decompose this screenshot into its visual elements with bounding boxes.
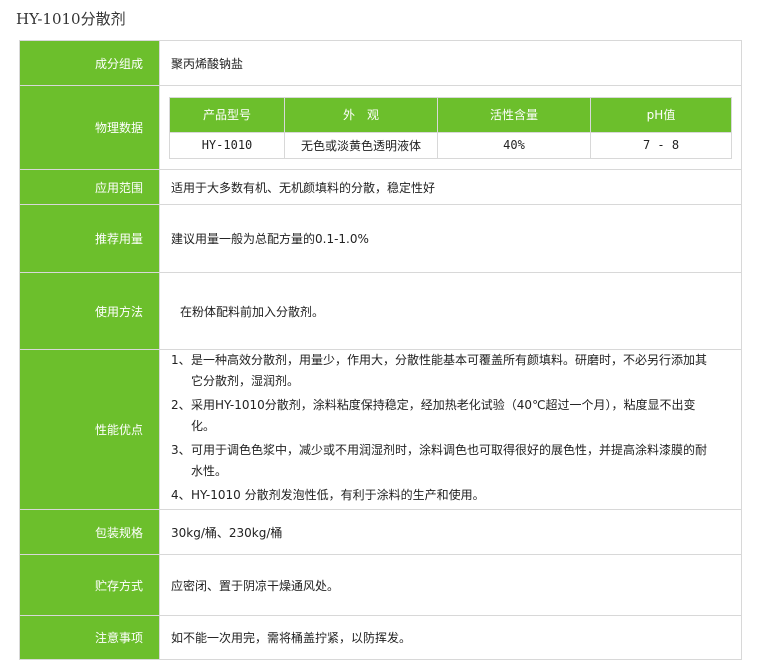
dosage-label: 推荐用量 [19,204,160,273]
list-item: 3、 可用于调色色浆中，减少或不用润湿剂时，涂料调色也可取得很好的展色性，并提高涂… [171,440,741,482]
list-item-text: 可用于调色色浆中，减少或不用润湿剂时，涂料调色也可取得很好的展色性，并提高涂料漆… [191,443,708,478]
cell-ph: 7 - 8 [590,131,732,159]
list-item-number: 3、 [171,443,191,457]
storage-value: 应密闭、置于阴凉干燥通风处。 [159,554,742,616]
row-packaging: 包装规格 30kg/桶、230kg/桶 [19,509,742,555]
row-advantages: 性能优点 1、 是一种高效分散剂，用量少，作用大，分散性能基本可覆盖所有颜填料。研… [19,349,742,510]
physical-header-row: 产品型号 外 观 活性含量 pH值 [169,96,732,133]
list-item: 2、 采用HY-1010分散剂，涂料粘度保持稳定，经加热老化试验（40℃超过一个月… [171,395,741,437]
physical-data-row: HY-1010 无色或淡黄色透明液体 40% 7 - 8 [169,131,732,159]
physical-data-table: 产品型号 外 观 活性含量 pH值 HY-1010 无色或淡黄色透明液体 40%… [169,96,732,159]
notes-label: 注意事项 [19,615,160,660]
dosage-value: 建议用量一般为总配方量的0.1-1.0% [159,204,742,273]
list-item-number: 2、 [171,398,191,412]
advantages-list: 1、 是一种高效分散剂，用量少，作用大，分散性能基本可覆盖所有颜填料。研磨时，不必… [160,350,741,506]
header-model: 产品型号 [169,96,285,133]
cell-active-content: 40% [437,131,591,159]
list-item-text: HY-1010 分散剂发泡性低，有利于涂料的生产和使用。 [191,488,485,502]
usage-value: 在粉体配料前加入分散剂。 [159,272,742,350]
row-usage: 使用方法 在粉体配料前加入分散剂。 [19,272,742,350]
physical-label: 物理数据 [19,85,160,170]
packaging-value: 30kg/桶、230kg/桶 [159,509,742,555]
application-label: 应用范围 [19,169,160,205]
row-dosage: 推荐用量 建议用量一般为总配方量的0.1-1.0% [19,204,742,273]
header-appearance: 外 观 [284,96,438,133]
usage-label: 使用方法 [19,272,160,350]
row-physical: 物理数据 产品型号 外 观 活性含量 pH值 HY-1010 无色或淡黄色透明液… [19,85,742,170]
advantages-label: 性能优点 [19,349,160,510]
storage-label: 贮存方式 [19,554,160,616]
header-active-content: 活性含量 [437,96,591,133]
notes-value: 如不能一次用完，需将桶盖拧紧，以防挥发。 [159,615,742,660]
composition-value: 聚丙烯酸钠盐 [159,40,742,86]
row-storage: 贮存方式 应密闭、置于阴凉干燥通风处。 [19,554,742,616]
list-item-number: 1、 [171,353,191,367]
row-notes: 注意事项 如不能一次用完，需将桶盖拧紧，以防挥发。 [19,615,742,660]
page-title: HY-1010分散剂 [16,10,126,28]
list-item: 4、 HY-1010 分散剂发泡性低，有利于涂料的生产和使用。 [171,485,741,506]
row-composition: 成分组成 聚丙烯酸钠盐 [19,40,742,86]
list-item: 1、 是一种高效分散剂，用量少，作用大，分散性能基本可覆盖所有颜填料。研磨时，不必… [171,350,741,392]
cell-model: HY-1010 [169,131,285,159]
physical-value: 产品型号 外 观 活性含量 pH值 HY-1010 无色或淡黄色透明液体 40%… [159,85,742,170]
cell-appearance: 无色或淡黄色透明液体 [284,131,438,159]
composition-label: 成分组成 [19,40,160,86]
packaging-label: 包装规格 [19,509,160,555]
list-item-text: 采用HY-1010分散剂，涂料粘度保持稳定，经加热老化试验（40℃超过一个月），… [191,398,696,433]
list-item-number: 4、 [171,488,191,502]
application-value: 适用于大多数有机、无机颜填料的分散，稳定性好 [159,169,742,205]
list-item-text: 是一种高效分散剂，用量少，作用大，分散性能基本可覆盖所有颜填料。研磨时，不必另行… [191,353,708,388]
spec-table: 成分组成 聚丙烯酸钠盐 物理数据 产品型号 外 观 活性含量 pH值 HY-10… [19,40,742,660]
advantages-value: 1、 是一种高效分散剂，用量少，作用大，分散性能基本可覆盖所有颜填料。研磨时，不必… [159,349,742,510]
header-ph: pH值 [590,96,732,133]
row-application: 应用范围 适用于大多数有机、无机颜填料的分散，稳定性好 [19,169,742,205]
